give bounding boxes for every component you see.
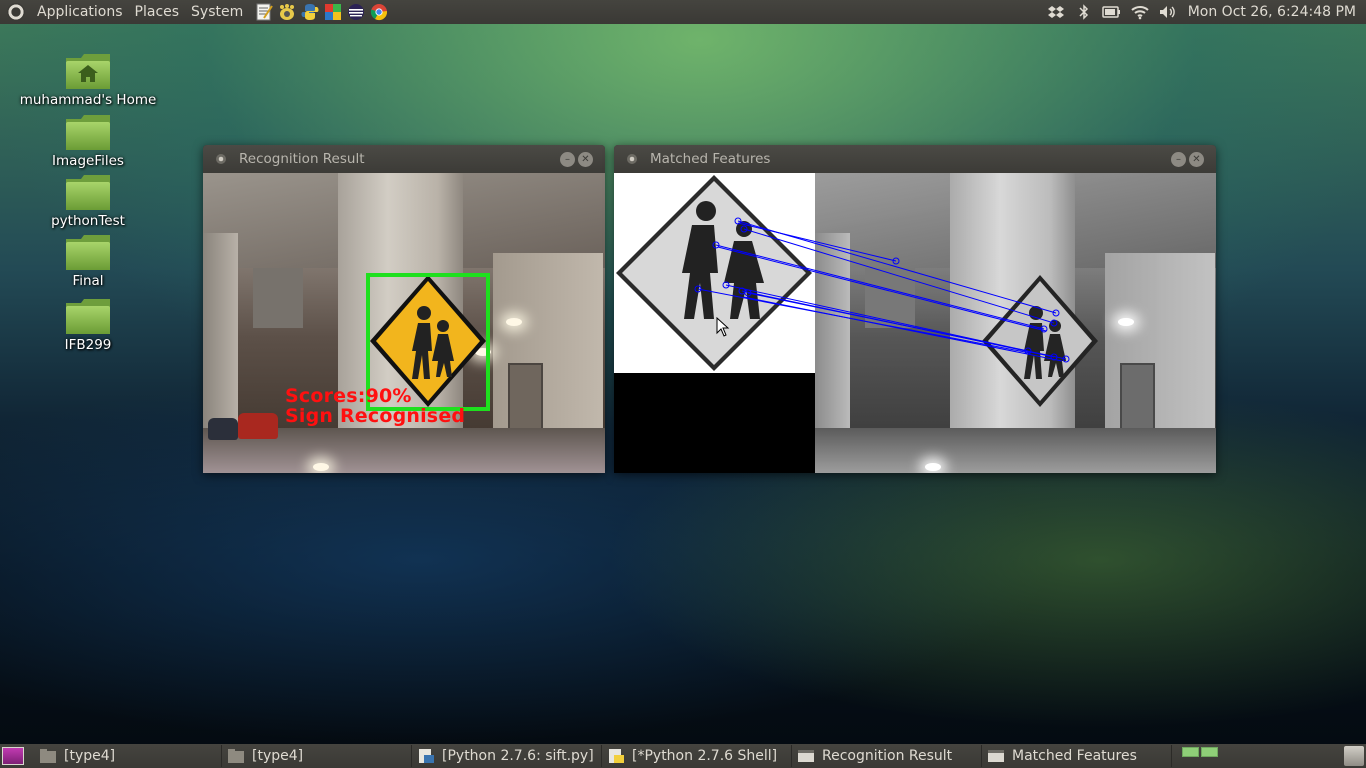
desktop-icon-imagefiles[interactable]: ImageFiles [23, 113, 153, 169]
folder-icon [228, 749, 244, 763]
folder-icon [65, 113, 111, 151]
wifi-icon[interactable] [1129, 3, 1151, 21]
python-shell-icon [609, 749, 624, 763]
eclipse-icon[interactable] [345, 2, 367, 22]
text-editor-icon[interactable] [253, 2, 275, 22]
taskbar-item-label: [*Python 2.7.6 Shell] [632, 748, 778, 764]
taskbar-item-label: [type4] [64, 748, 116, 764]
desktop-icon-label: muhammad's Home [19, 92, 157, 108]
feature-match-lines [694, 217, 1070, 363]
workspace-2[interactable] [1201, 747, 1218, 757]
launcher-bar [253, 2, 390, 22]
desktop-icon-label: Final [72, 273, 104, 289]
python-editor-icon [419, 749, 434, 763]
desktop-icon-home[interactable]: muhammad's Home [20, 52, 156, 108]
taskbar-item[interactable]: [type4] [34, 745, 222, 767]
taskbar-item-label: [Python 2.7.6: sift.py] [442, 748, 594, 764]
workspace-switcher [1182, 747, 1218, 757]
recognition-image: Scores:90% Sign Recognised [203, 173, 605, 473]
folder-icon [65, 233, 111, 271]
minimize-button[interactable]: – [560, 151, 575, 167]
menu-system[interactable]: System [185, 0, 249, 24]
show-desktop-button[interactable] [2, 747, 24, 765]
close-button[interactable]: ✕ [1189, 151, 1204, 167]
desktop-icon-final[interactable]: Final [23, 233, 153, 289]
window-menu-icon[interactable] [216, 154, 226, 164]
office-suite-icon[interactable] [322, 2, 344, 22]
desktop-icon-label: pythonTest [51, 213, 125, 229]
window-titlebar[interactable]: Recognition Result – ✕ [203, 145, 605, 173]
window-menu-icon[interactable] [627, 154, 637, 164]
taskbar-item-label: [type4] [252, 748, 304, 764]
taskbar-item-label: Matched Features [1012, 748, 1137, 764]
taskbar-item[interactable]: [Python 2.7.6: sift.py] [412, 745, 602, 767]
taskbar-item[interactable]: Recognition Result [792, 745, 982, 767]
trash-icon[interactable] [1344, 746, 1364, 766]
gnome-foot-icon[interactable] [276, 2, 298, 22]
mouse-cursor-icon [716, 317, 730, 337]
taskbar-item[interactable]: [type4] [222, 745, 412, 767]
desktop-icon-pythontest[interactable]: pythonTest [23, 173, 153, 229]
battery-icon[interactable] [1101, 3, 1123, 21]
top-panel: Applications Places System Mon Oct 26, 6… [0, 0, 1366, 24]
home-folder-icon [65, 52, 111, 90]
desktop-icon-label: ImageFiles [52, 153, 124, 169]
folder-icon [65, 173, 111, 211]
window-title: Matched Features [650, 151, 771, 167]
window-icon [798, 750, 814, 762]
dropbox-icon[interactable] [1045, 3, 1067, 21]
matched-features-image [614, 173, 1216, 473]
window-title: Recognition Result [239, 151, 365, 167]
desktop-icon-label: IFB299 [64, 337, 112, 353]
recognition-result-window[interactable]: Recognition Result – ✕ Scores:90% Sign R… [203, 145, 605, 473]
menu-places[interactable]: Places [129, 0, 186, 24]
taskbar-item[interactable]: [*Python 2.7.6 Shell] [602, 745, 792, 767]
taskbar-item-label: Recognition Result [822, 748, 953, 764]
ubuntu-logo-icon[interactable] [7, 3, 25, 21]
minimize-button[interactable]: – [1171, 151, 1186, 167]
folder-icon [65, 297, 111, 335]
score-text: Scores:90% [285, 385, 412, 407]
bluetooth-icon[interactable] [1073, 3, 1095, 21]
window-icon [988, 750, 1004, 762]
taskbar-item[interactable]: Matched Features [982, 745, 1172, 767]
window-titlebar[interactable]: Matched Features – ✕ [614, 145, 1216, 173]
menu-applications[interactable]: Applications [31, 0, 129, 24]
volume-icon[interactable] [1157, 3, 1179, 21]
close-button[interactable]: ✕ [578, 151, 593, 167]
chrome-icon[interactable] [368, 2, 390, 22]
recognised-text: Sign Recognised [285, 405, 466, 427]
bottom-panel: [type4] [type4] [Python 2.7.6: sift.py] … [0, 744, 1366, 768]
clock[interactable]: Mon Oct 26, 6:24:48 PM [1182, 4, 1366, 20]
matched-features-window[interactable]: Matched Features – ✕ [614, 145, 1216, 473]
python-icon[interactable] [299, 2, 321, 22]
folder-icon [40, 749, 56, 763]
system-tray: Mon Oct 26, 6:24:48 PM [1042, 0, 1366, 24]
desktop-icon-ifb299[interactable]: IFB299 [23, 297, 153, 353]
workspace-1[interactable] [1182, 747, 1199, 757]
